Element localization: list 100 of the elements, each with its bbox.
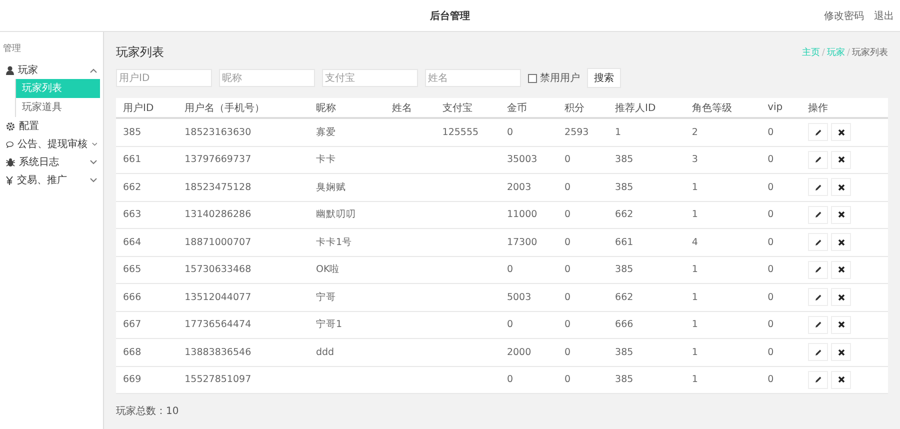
- close-icon: [838, 348, 845, 356]
- sidebar-subitem[interactable]: 玩家道具: [16, 98, 103, 117]
- close-icon: [838, 294, 845, 301]
- delete-button[interactable]: [831, 233, 852, 252]
- filter-field[interactable]: 姓名: [425, 69, 521, 87]
- edit-button[interactable]: [808, 150, 828, 169]
- edit-button[interactable]: [808, 206, 828, 224]
- header-link[interactable]: 修改密码: [824, 9, 864, 23]
- pencil-icon: [814, 184, 822, 191]
- table-cell: 0: [506, 374, 513, 386]
- table-cell: 13797669737: [184, 154, 252, 166]
- sidebar-item[interactable]: 系统日志: [0, 153, 103, 171]
- table-cell: ddd: [316, 346, 334, 358]
- table-cell: 1: [692, 346, 698, 358]
- search-button[interactable]: 搜索: [587, 68, 621, 88]
- pencil-icon: [814, 128, 822, 136]
- table-cell: 1: [692, 319, 698, 330]
- column-header: 角色等级: [684, 98, 761, 118]
- breadcrumb-separator: /: [822, 48, 825, 58]
- table-cell: 385: [615, 182, 634, 193]
- table-cell: 13140286286: [184, 209, 252, 220]
- table-cell: 18523163630: [184, 126, 252, 138]
- table-cell: OK啦: [316, 264, 340, 276]
- table-cell: 宁哥: [316, 292, 336, 303]
- table-cell: 2003: [506, 182, 532, 193]
- table-cell: 661: [123, 154, 142, 166]
- table-cell: 0: [768, 236, 774, 248]
- edit-button[interactable]: [808, 178, 828, 196]
- edit-button[interactable]: [808, 370, 828, 389]
- table-cell: 5003: [506, 292, 532, 303]
- table-cell: 1: [692, 264, 698, 276]
- table-cell: 2000: [506, 346, 532, 358]
- table-cell: 666: [123, 292, 142, 303]
- delete-button[interactable]: [831, 316, 852, 334]
- table-cell: 385: [615, 346, 634, 358]
- table-cell: 0: [564, 374, 571, 386]
- table-cell: 661: [615, 236, 634, 248]
- close-icon: [838, 128, 845, 136]
- close-icon: [838, 156, 845, 164]
- filter-field[interactable]: 支付宝: [322, 69, 418, 87]
- app-title: 后台管理: [430, 10, 470, 22]
- sidebar-heading: 管理: [2, 42, 22, 56]
- yen-icon: [6, 176, 13, 184]
- sidebar-item[interactable]: 公告、提现审核: [0, 135, 103, 153]
- table-cell: 668: [123, 346, 142, 358]
- table-cell: 卡卡: [316, 154, 336, 166]
- sidebar-item[interactable]: 配置: [0, 117, 103, 135]
- table-cell: 385: [123, 126, 142, 138]
- pencil-icon: [814, 238, 822, 246]
- sidebar-item[interactable]: 交易、推广: [0, 171, 103, 189]
- close-icon: [838, 266, 845, 274]
- table-cell: 13512044077: [184, 292, 252, 303]
- edit-button[interactable]: [808, 288, 828, 306]
- delete-button[interactable]: [831, 123, 852, 142]
- table-cell: 4: [692, 236, 698, 248]
- table-cell: 17736564474: [184, 319, 252, 330]
- delete-button[interactable]: [831, 150, 852, 169]
- table-cell: 1: [615, 126, 622, 138]
- table-cell: 666: [615, 319, 634, 330]
- table-cell: 臭娴赋: [316, 182, 346, 193]
- table-cell: 0: [768, 319, 774, 330]
- table-cell: 0: [768, 292, 774, 303]
- close-icon: [838, 238, 845, 246]
- delete-button[interactable]: [831, 288, 852, 306]
- pencil-icon: [814, 348, 822, 356]
- delete-button[interactable]: [831, 178, 852, 196]
- table-cell: 11000: [506, 209, 538, 220]
- pencil-icon: [814, 321, 822, 328]
- checkbox[interactable]: [528, 74, 537, 82]
- table-cell: 0: [564, 182, 571, 193]
- breadcrumb-current: 玩家列表: [852, 48, 888, 58]
- edit-button[interactable]: [808, 123, 828, 142]
- total-count: 玩家总数：10: [116, 404, 180, 418]
- close-icon: [838, 376, 845, 384]
- table-cell: 0: [768, 209, 774, 220]
- breadcrumb-separator: /: [846, 48, 850, 58]
- edit-button[interactable]: [808, 260, 828, 279]
- column-header: 积分: [558, 98, 608, 118]
- delete-button[interactable]: [831, 260, 852, 279]
- table-cell: 0: [768, 182, 774, 193]
- speech-bubble-icon: [6, 140, 14, 148]
- edit-button[interactable]: [808, 316, 828, 334]
- delete-button[interactable]: [831, 343, 852, 362]
- table-cell: 1: [692, 374, 698, 386]
- sidebar-item[interactable]: 玩家: [0, 61, 103, 79]
- table-cell: 662: [615, 292, 634, 303]
- table-cell: 0: [768, 374, 774, 386]
- header-link[interactable]: 退出: [874, 9, 894, 23]
- close-icon: [838, 211, 845, 218]
- table-cell: 662: [123, 182, 142, 193]
- column-header: 姓名: [384, 98, 436, 118]
- filter-field[interactable]: 昵称: [219, 69, 315, 87]
- table-cell: 0: [506, 264, 513, 276]
- table-cell: 0: [768, 154, 774, 166]
- table-cell: 0: [506, 319, 513, 330]
- delete-button[interactable]: [831, 206, 852, 224]
- edit-button[interactable]: [808, 343, 828, 362]
- delete-button[interactable]: [831, 370, 852, 389]
- edit-button[interactable]: [808, 233, 828, 252]
- filter-field[interactable]: 用户ID: [116, 69, 212, 87]
